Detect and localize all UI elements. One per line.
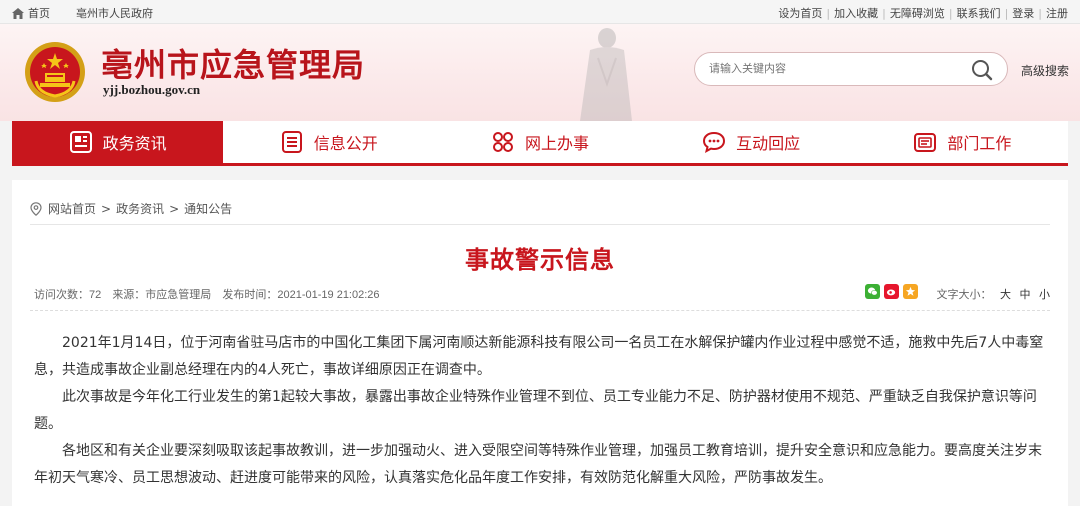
location-pin-icon: [30, 201, 42, 216]
nav-item-interaction[interactable]: 互动回应: [646, 121, 857, 163]
login-link[interactable]: 登录: [1012, 5, 1034, 21]
publish-time: 发布时间：2021-01-19 21:02:26: [222, 289, 380, 301]
nav-label: 政务资讯: [102, 134, 167, 153]
chat-icon: [703, 131, 726, 153]
nav-label: 部门工作: [947, 134, 1012, 153]
list-doc-icon: [281, 131, 302, 153]
article-meta: 访问次数：72 来源：市应急管理局 发布时间：2021-01-19 21:02:…: [34, 286, 388, 302]
main-nav: 政务资讯 信息公开 网上办事 互动回应 部门工作: [12, 121, 1068, 166]
national-emblem-icon: [25, 42, 85, 102]
article-panel: 网站首页 > 政务资讯 > 通知公告 事故警示信息 访问次数：72 来源：市应急…: [12, 180, 1068, 506]
accessibility-link[interactable]: 无障碍浏览: [890, 5, 945, 21]
breadcrumb-home[interactable]: 网站首页: [48, 200, 96, 217]
nav-label: 互动回应: [736, 134, 801, 153]
folder-doc-icon: [914, 133, 937, 152]
breadcrumb: 网站首页 > 政务资讯 > 通知公告: [30, 200, 232, 217]
wechat-icon[interactable]: [865, 284, 880, 299]
font-size-label: 文字大小：: [936, 288, 992, 301]
breadcrumb-separator: >: [101, 201, 112, 216]
site-title[interactable]: 亳州市应急管理局: [101, 40, 365, 86]
share-buttons: [865, 284, 922, 299]
article-body: 2021年1月14日，位于河南省驻马店市的中国化工集团下属河南顺达新能源科技有限…: [34, 330, 1046, 492]
font-size-large[interactable]: 大: [1000, 288, 1011, 301]
font-size-control: 文字大小： 大 中 小: [937, 286, 1051, 302]
statue-decoration: [580, 28, 632, 121]
search-icon[interactable]: [970, 58, 994, 82]
separator: |: [826, 6, 831, 20]
article-source: 来源：市应急管理局: [112, 289, 212, 301]
nav-item-news[interactable]: 政务资讯: [12, 121, 224, 163]
divider: [30, 310, 1050, 311]
nav-item-info-disclosure[interactable]: 信息公开: [223, 121, 434, 163]
visit-count: 访问次数：72: [34, 289, 102, 301]
grid-cloud-icon: [492, 132, 513, 152]
home-link[interactable]: 首页: [28, 5, 50, 21]
article-title: 事故警示信息: [465, 246, 615, 274]
article-paragraph: 各地区和有关企业要深刻吸取该起事故教训，进一步加强动火、进入受限空间等特殊作业管…: [34, 443, 1042, 486]
register-link[interactable]: 注册: [1046, 5, 1068, 21]
top-bar-links: 设为首页 | 加入收藏 | 无障碍浏览 | 联系我们 | 登录 | 注册: [778, 5, 1068, 21]
top-bar: 首页 亳州市人民政府 设为首页 | 加入收藏 | 无障碍浏览 | 联系我们 | …: [0, 0, 1080, 24]
weibo-icon[interactable]: [884, 284, 899, 299]
city-gov-link[interactable]: 亳州市人民政府: [76, 5, 153, 21]
divider: [30, 224, 1050, 225]
top-bar-left: 首页 亳州市人民政府: [12, 5, 153, 21]
breadcrumb-notices[interactable]: 通知公告: [184, 200, 232, 217]
separator: |: [1038, 6, 1042, 20]
nav-item-online-service[interactable]: 网上办事: [434, 121, 645, 163]
font-size-small[interactable]: 小: [1039, 288, 1050, 301]
breadcrumb-separator: >: [169, 201, 180, 216]
qzone-icon[interactable]: [903, 284, 918, 299]
search-input[interactable]: [709, 61, 959, 77]
article-paragraph: 此次事故是今年化工行业发生的第1起较大事故，暴露出事故企业特殊作业管理不到位、员…: [34, 389, 1037, 432]
breadcrumb-news[interactable]: 政务资讯: [116, 200, 164, 217]
separator: |: [882, 6, 886, 20]
font-size-medium[interactable]: 中: [1020, 288, 1031, 301]
site-header: 亳州市应急管理局 yjj.bozhou.gov.cn 高级搜索: [0, 24, 1080, 121]
home-icon[interactable]: [12, 7, 24, 19]
nav-label: 信息公开: [313, 134, 378, 153]
news-icon: [69, 131, 92, 153]
separator: |: [1004, 6, 1009, 20]
set-homepage-link[interactable]: 设为首页: [778, 5, 822, 21]
add-favorite-link[interactable]: 加入收藏: [834, 5, 878, 21]
nav-item-department-work[interactable]: 部门工作: [857, 121, 1068, 163]
nav-label: 网上办事: [524, 134, 589, 153]
article-paragraph: 2021年1月14日，位于河南省驻马店市的中国化工集团下属河南顺达新能源科技有限…: [34, 335, 1044, 378]
search-box: [694, 52, 1008, 86]
advanced-search-link[interactable]: 高级搜索: [1021, 62, 1069, 79]
contact-link[interactable]: 联系我们: [957, 5, 1001, 21]
separator: |: [948, 6, 953, 20]
site-url: yjj.bozhou.gov.cn: [103, 82, 201, 97]
